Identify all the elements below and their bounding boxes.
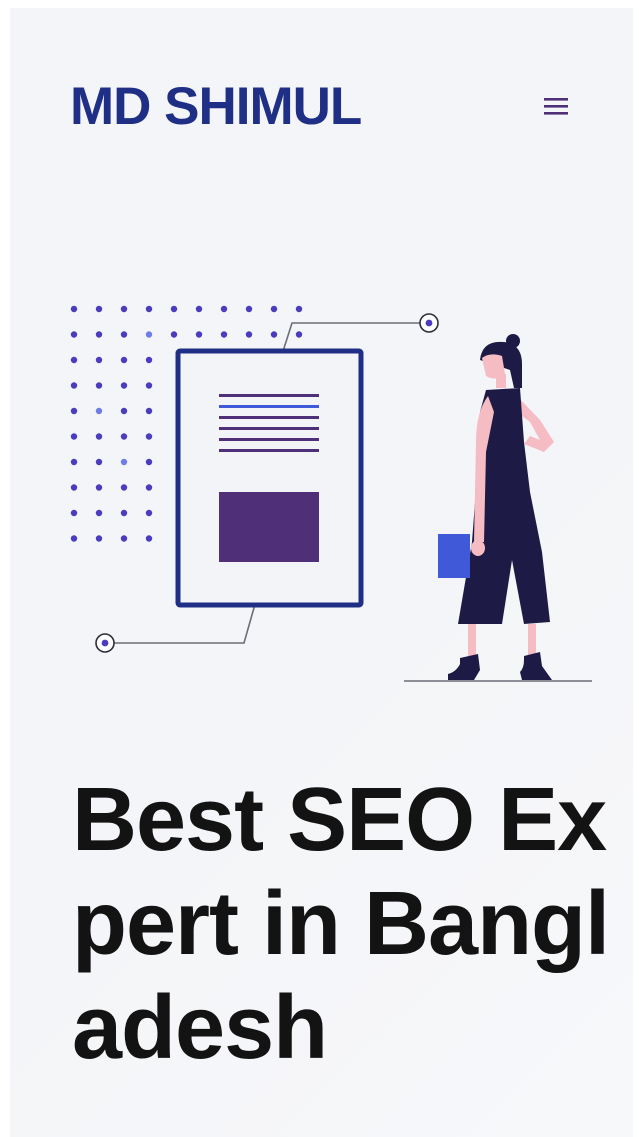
grid-dot: [70, 535, 78, 542]
grid-dot: [70, 484, 78, 491]
grid-dot: [95, 382, 103, 389]
site-logo[interactable]: MD SHIMUL: [70, 72, 362, 142]
right-edge: [633, 0, 639, 1137]
grid-dot: [145, 535, 153, 542]
grid-dot: [120, 458, 128, 466]
grid-dot: [120, 356, 128, 364]
grid-dot: [95, 331, 103, 338]
grid-dot: [295, 331, 303, 338]
grid-dot: [245, 305, 253, 313]
grid-dot: [220, 305, 228, 313]
grid-dot: [145, 509, 153, 517]
hamburger-icon: [544, 98, 568, 115]
grid-dot: [270, 331, 278, 338]
page: MD SHIMUL Best SEO Expert in Bangladesh: [0, 0, 639, 1137]
grid-dot: [195, 331, 203, 338]
grid-dot: [120, 305, 128, 313]
grid-dot: [95, 305, 103, 313]
grid-dot: [120, 535, 128, 542]
site-header: MD SHIMUL: [70, 68, 590, 148]
hero-illustration: [70, 305, 592, 682]
grid-dot: [145, 305, 153, 313]
grid-dot: [120, 433, 128, 440]
grid-dot: [95, 458, 103, 466]
menu-toggle-button[interactable]: [528, 88, 574, 124]
grid-dot: [70, 509, 78, 517]
grid-dot: [70, 305, 78, 313]
grid-dot: [70, 407, 78, 415]
grid-dot: [120, 331, 128, 338]
grid-dot: [195, 305, 203, 313]
grid-dot: [170, 305, 178, 313]
grid-dot: [70, 356, 78, 364]
top-edge: [0, 0, 639, 8]
grid-dot: [245, 331, 253, 338]
grid-dot: [295, 305, 303, 313]
grid-dot: [145, 458, 153, 466]
grid-dot: [120, 509, 128, 517]
grid-dot: [170, 331, 178, 338]
grid-dot: [95, 484, 103, 491]
grid-dot: [70, 458, 78, 466]
hero-title: Best SEO Expert in Bangladesh: [72, 770, 610, 1078]
grid-dot: [145, 382, 153, 389]
grid-dot: [120, 382, 128, 389]
woman-figure: [404, 334, 592, 682]
grid-dot: [145, 407, 153, 415]
grid-dot: [95, 509, 103, 517]
grid-dot: [145, 356, 153, 364]
grid-dot: [95, 407, 103, 415]
grid-dot: [120, 407, 128, 415]
grid-dot: [145, 484, 153, 491]
document-frame: [175, 348, 364, 608]
grid-dot: [220, 331, 228, 338]
grid-dot: [270, 305, 278, 313]
grid-dot: [120, 484, 128, 491]
grid-dot: [70, 382, 78, 389]
grid-dot: [95, 356, 103, 364]
grid-dot: [145, 433, 153, 440]
grid-dot: [145, 331, 153, 338]
grid-dot: [70, 433, 78, 440]
grid-dot: [95, 535, 103, 542]
left-edge: [0, 0, 10, 1137]
grid-dot: [70, 331, 78, 338]
grid-dot: [95, 433, 103, 440]
